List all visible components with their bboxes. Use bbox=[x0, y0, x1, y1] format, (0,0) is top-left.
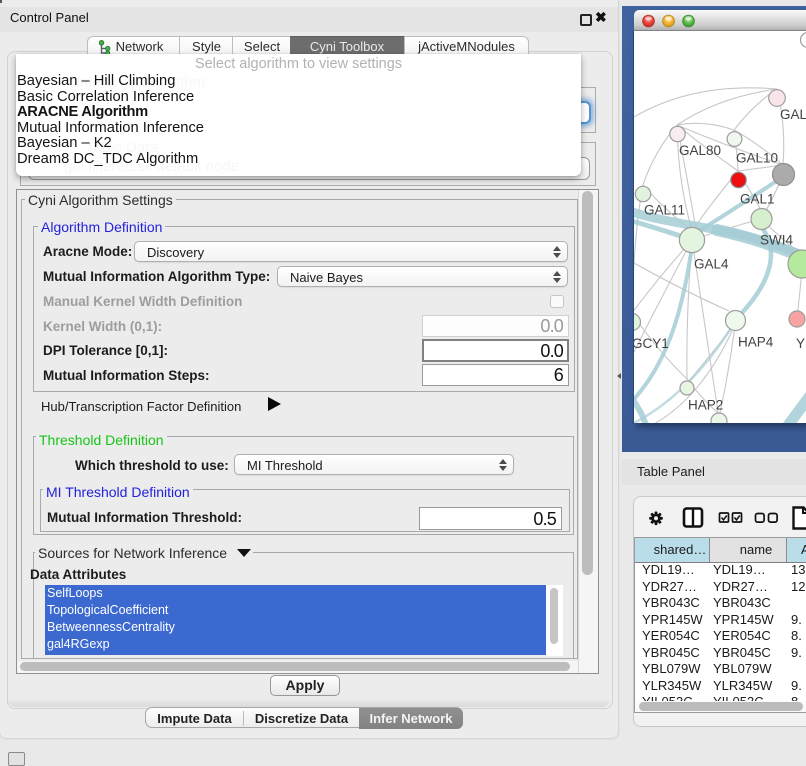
svg-text:HAP2: HAP2 bbox=[688, 398, 723, 413]
svg-text:GAL1: GAL1 bbox=[740, 192, 775, 207]
svg-text:GAL80: GAL80 bbox=[679, 143, 721, 158]
svg-text:GAL11: GAL11 bbox=[644, 203, 685, 218]
svg-text:Y: Y bbox=[796, 336, 805, 351]
svg-text:GAL10: GAL10 bbox=[736, 151, 778, 166]
svg-text:GCY1: GCY1 bbox=[634, 336, 669, 351]
svg-text:GAL4: GAL4 bbox=[694, 257, 729, 272]
svg-text:GAL2: GAL2 bbox=[780, 107, 806, 122]
svg-text:SWI4: SWI4 bbox=[760, 233, 793, 248]
svg-text:HAP4: HAP4 bbox=[738, 335, 774, 350]
